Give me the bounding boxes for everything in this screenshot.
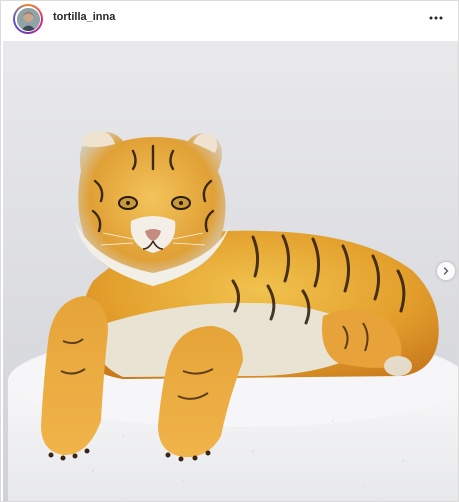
more-options-icon[interactable] [426, 8, 446, 28]
post-image[interactable] [3, 41, 458, 501]
username-link[interactable]: tortilla_inna [53, 11, 115, 23]
next-image-button[interactable] [437, 262, 455, 280]
instagram-post: tortilla_inna [0, 0, 459, 502]
avatar-image [16, 7, 40, 31]
avatar-ring [15, 6, 41, 32]
avatar[interactable] [13, 4, 43, 34]
post-header: tortilla_inna [1, 1, 458, 39]
chevron-right-icon [443, 267, 449, 275]
